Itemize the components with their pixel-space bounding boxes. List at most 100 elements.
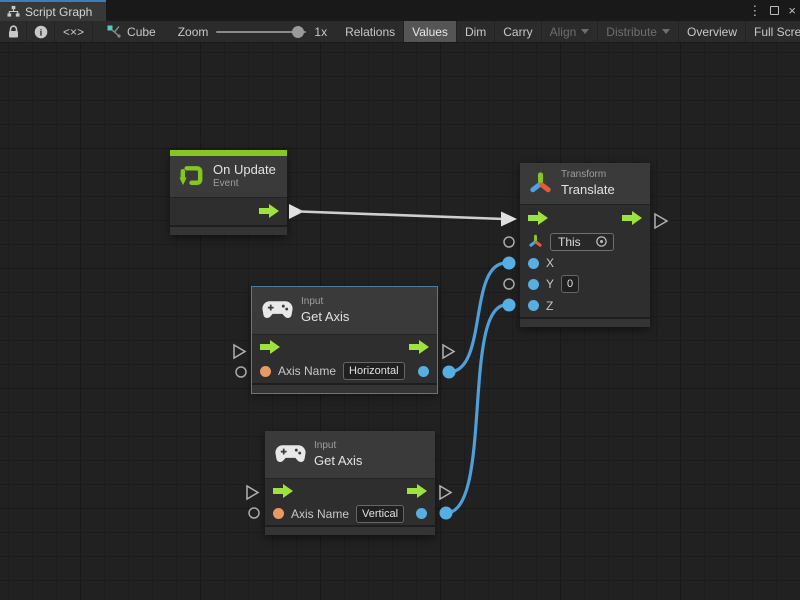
graph-icon: [107, 25, 121, 38]
zoom-value: 1x: [314, 25, 327, 39]
values-button[interactable]: Values: [404, 21, 457, 42]
code-view-icon: <×>: [63, 25, 84, 39]
distribute-dropdown[interactable]: Distribute: [598, 21, 679, 42]
this-object-field[interactable]: This: [550, 233, 614, 251]
this-value: This: [558, 235, 581, 249]
flow-row: [520, 205, 650, 231]
menu-icon[interactable]: ⋮: [748, 0, 761, 21]
string-port-icon[interactable]: [260, 366, 271, 377]
result-port-icon[interactable]: [416, 508, 427, 519]
close-icon[interactable]: ×: [788, 0, 796, 21]
translate-this-port[interactable]: [504, 237, 514, 247]
window-controls: ⋮ ×: [748, 0, 796, 21]
z-label: Z: [546, 299, 553, 313]
get-axis-h-flow-in-port[interactable]: [234, 345, 245, 358]
get-axis-v-name-port[interactable]: [249, 508, 259, 518]
script-graph-icon: [7, 5, 20, 18]
get-axis-v-flow-in-port[interactable]: [247, 486, 258, 499]
maximize-icon[interactable]: [770, 6, 779, 15]
flow-output-arrow-icon[interactable]: [409, 340, 429, 354]
axis-name-field[interactable]: Vertical: [356, 505, 404, 523]
x-label: X: [546, 256, 554, 270]
node-header[interactable]: On Update Event: [170, 156, 287, 198]
script-graph-window: Script Graph ⋮ × i <×> Cube: [0, 0, 800, 600]
lock-button[interactable]: [0, 21, 27, 42]
node-translate[interactable]: Transform Translate: [520, 163, 650, 327]
target-row: This: [520, 231, 650, 253]
flow-output-arrow-icon[interactable]: [622, 211, 642, 225]
relations-button[interactable]: Relations: [337, 21, 404, 42]
value-connection-horizontal-to-x[interactable]: [443, 257, 516, 379]
node-category: Input: [301, 296, 349, 309]
carry-button[interactable]: Carry: [495, 21, 541, 42]
code-view-button[interactable]: <×>: [55, 21, 93, 42]
node-footer: [170, 225, 287, 235]
result-port-icon[interactable]: [418, 366, 429, 377]
flow-input-arrow-icon[interactable]: [528, 211, 548, 225]
flow-output-arrow-icon[interactable]: [259, 204, 279, 218]
zoom-slider-handle[interactable]: [292, 26, 304, 38]
x-port-icon[interactable]: [528, 258, 539, 269]
button-label: Carry: [503, 25, 532, 39]
flow-input-arrow-icon[interactable]: [273, 484, 293, 498]
info-icon: i: [34, 25, 48, 39]
lock-icon: [7, 25, 20, 39]
on-update-icon: [178, 163, 205, 190]
z-port-icon[interactable]: [528, 300, 539, 311]
flow-row: [170, 198, 287, 225]
y-input-row: Y 0: [520, 274, 650, 295]
flow-input-arrow-icon[interactable]: [260, 340, 280, 354]
translate-y-port[interactable]: [504, 279, 514, 289]
graph-toolbar: i <×> Cube Zoom 1x Relations Values Dim …: [0, 21, 800, 43]
axis-name-label: Axis Name: [278, 364, 336, 378]
button-label: Align: [550, 25, 577, 39]
overview-button[interactable]: Overview: [679, 21, 746, 42]
zoom-label: Zoom: [178, 25, 209, 39]
mini-axis-icon: [528, 234, 543, 249]
node-get-axis-horizontal[interactable]: Input Get Axis Axis Name Horizontal: [252, 287, 437, 393]
y-value-field[interactable]: 0: [561, 275, 579, 293]
get-axis-h-name-port[interactable]: [236, 367, 246, 377]
x-input-row: X: [520, 253, 650, 274]
flow-row: [252, 335, 437, 360]
align-dropdown[interactable]: Align: [542, 21, 599, 42]
node-header[interactable]: Input Get Axis: [265, 431, 435, 479]
button-label: Full Screen: [754, 25, 800, 39]
node-footer: [252, 383, 437, 393]
value-connection-vertical-to-z[interactable]: [440, 299, 516, 520]
dim-button[interactable]: Dim: [457, 21, 495, 42]
chevron-down-icon: [581, 29, 589, 34]
get-axis-h-flow-out-port[interactable]: [443, 345, 454, 358]
graph-canvas[interactable]: On Update Event Transform: [0, 43, 800, 600]
y-label: Y: [546, 277, 554, 291]
flow-output-arrow-icon[interactable]: [407, 484, 427, 498]
axis-name-field[interactable]: Horizontal: [343, 362, 405, 380]
button-label: Relations: [345, 25, 395, 39]
node-on-update[interactable]: On Update Event: [170, 150, 287, 235]
y-port-icon[interactable]: [528, 279, 539, 290]
graph-target[interactable]: Cube: [93, 21, 168, 42]
svg-text:i: i: [39, 28, 42, 38]
flow-connection-on-update-to-translate[interactable]: [289, 204, 517, 227]
node-get-axis-vertical[interactable]: Input Get Axis Axis Name Vertical: [265, 431, 435, 535]
tab-title: Script Graph: [25, 5, 92, 19]
node-footer: [520, 317, 650, 327]
node-header[interactable]: Transform Translate: [520, 163, 650, 205]
tab-script-graph[interactable]: Script Graph: [0, 0, 106, 21]
node-title: Translate: [561, 182, 615, 198]
string-port-icon[interactable]: [273, 508, 284, 519]
axis-name-row: Axis Name Vertical: [265, 503, 435, 525]
get-axis-v-flow-out-port[interactable]: [440, 486, 451, 499]
node-category: Transform: [561, 169, 615, 182]
full-screen-button[interactable]: Full Screen: [746, 21, 800, 42]
button-label: Values: [412, 25, 448, 39]
node-category: Input: [314, 440, 362, 453]
transform-axis-icon: [528, 171, 553, 196]
info-button[interactable]: i: [27, 21, 55, 42]
node-header[interactable]: Input Get Axis: [252, 287, 437, 335]
gamepad-icon: [275, 444, 306, 464]
object-picker-icon[interactable]: [595, 235, 608, 248]
translate-flow-out-port[interactable]: [655, 214, 667, 228]
chevron-down-icon: [662, 29, 670, 34]
zoom-slider[interactable]: [216, 31, 306, 33]
